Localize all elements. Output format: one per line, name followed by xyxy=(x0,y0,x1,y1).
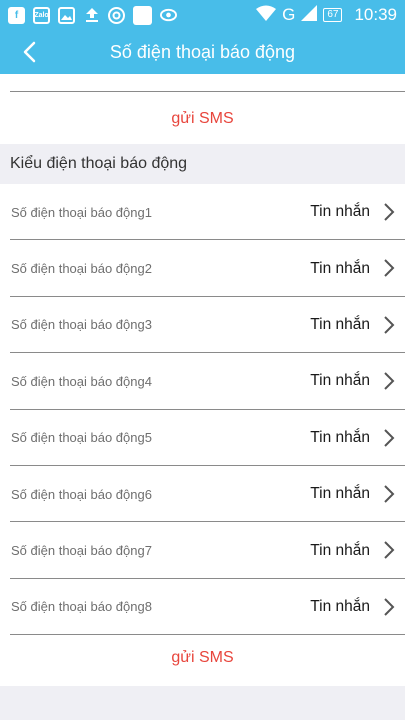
alarm-phone-row-1[interactable]: Số điện thoại báo động1 Tin nhắn xyxy=(0,184,405,241)
row-label: Số điện thoại báo động6 xyxy=(11,486,152,502)
facebook-icon: f xyxy=(8,6,25,24)
upload-icon xyxy=(83,7,100,24)
top-send-section: gửi SMS xyxy=(0,74,405,144)
divider xyxy=(10,91,405,92)
status-bar: f Zalo G 67 10:39 xyxy=(0,0,405,30)
chevron-right-icon xyxy=(384,316,395,334)
chevron-right-icon xyxy=(384,598,395,616)
chevron-right-icon xyxy=(384,372,395,390)
signal-icon xyxy=(301,4,318,26)
navigation-bar: Số điện thoại báo động xyxy=(0,30,405,74)
row-label: Số điện thoại báo động1 xyxy=(11,204,152,220)
chevron-left-icon xyxy=(23,41,36,63)
row-label: Số điện thoại báo động5 xyxy=(11,430,152,446)
system-status: G 67 10:39 xyxy=(256,4,397,26)
eye-icon xyxy=(160,7,177,24)
row-value: Tin nhắn xyxy=(310,315,370,333)
alarm-phone-row-7[interactable]: Số điện thoại báo động7 Tin nhắn xyxy=(0,522,405,580)
row-label: Số điện thoại báo động4 xyxy=(11,373,152,389)
alarm-phone-row-8[interactable]: Số điện thoại báo động8 Tin nhắn xyxy=(0,579,405,636)
chevron-right-icon xyxy=(384,485,395,503)
send-sms-button-top[interactable]: gửi SMS xyxy=(0,110,405,128)
alarm-phone-row-3[interactable]: Số điện thoại báo động3 Tin nhắn xyxy=(0,297,405,354)
chevron-right-icon xyxy=(384,203,395,221)
zalo-icon-label: Zalo xyxy=(34,11,49,19)
zalo-icon: Zalo xyxy=(33,6,50,24)
row-value: Tin nhắn xyxy=(310,259,370,277)
clock: 10:39 xyxy=(354,5,397,24)
alarm-phone-row-6[interactable]: Số điện thoại báo động6 Tin nhắn xyxy=(0,466,405,523)
alarm-phone-row-4[interactable]: Số điện thoại báo động4 Tin nhắn xyxy=(0,353,405,410)
row-label: Số điện thoại báo động8 xyxy=(11,599,152,615)
notification-icons: f Zalo xyxy=(8,5,177,25)
row-value: Tin nhắn xyxy=(310,597,370,615)
alarm-phone-row-2[interactable]: Số điện thoại báo động2 Tin nhắn xyxy=(0,240,405,298)
row-label: Số điện thoại báo động2 xyxy=(11,261,152,277)
chevron-right-icon xyxy=(384,541,395,560)
row-value: Tin nhắn xyxy=(310,428,370,446)
square-app-icon xyxy=(133,5,152,25)
alarm-phone-list: Số điện thoại báo động1 Tin nhắn Số điện… xyxy=(0,184,405,686)
back-button[interactable] xyxy=(14,36,44,68)
chrome-icon xyxy=(108,6,125,24)
network-type: G xyxy=(282,5,296,24)
chevron-right-icon xyxy=(384,428,395,447)
row-value: Tin nhắn xyxy=(310,203,370,221)
row-label: Số điện thoại báo động7 xyxy=(11,543,152,559)
alarm-phone-row-5[interactable]: Số điện thoại báo động5 Tin nhắn xyxy=(0,410,405,467)
row-value: Tin nhắn xyxy=(310,541,370,559)
row-value: Tin nhắn xyxy=(310,372,370,390)
battery-indicator: 67 xyxy=(323,8,343,22)
chevron-right-icon xyxy=(384,259,395,278)
footer-spacer xyxy=(0,686,405,720)
send-sms-button-bottom[interactable]: gửi SMS xyxy=(0,649,405,667)
page-title: Số điện thoại báo động xyxy=(109,41,296,62)
row-label: Số điện thoại báo động3 xyxy=(11,317,152,333)
wifi-icon xyxy=(256,5,277,26)
section-header: Kiểu điện thoại báo động xyxy=(0,144,405,184)
image-icon xyxy=(58,6,75,24)
row-value: Tin nhắn xyxy=(310,485,370,503)
